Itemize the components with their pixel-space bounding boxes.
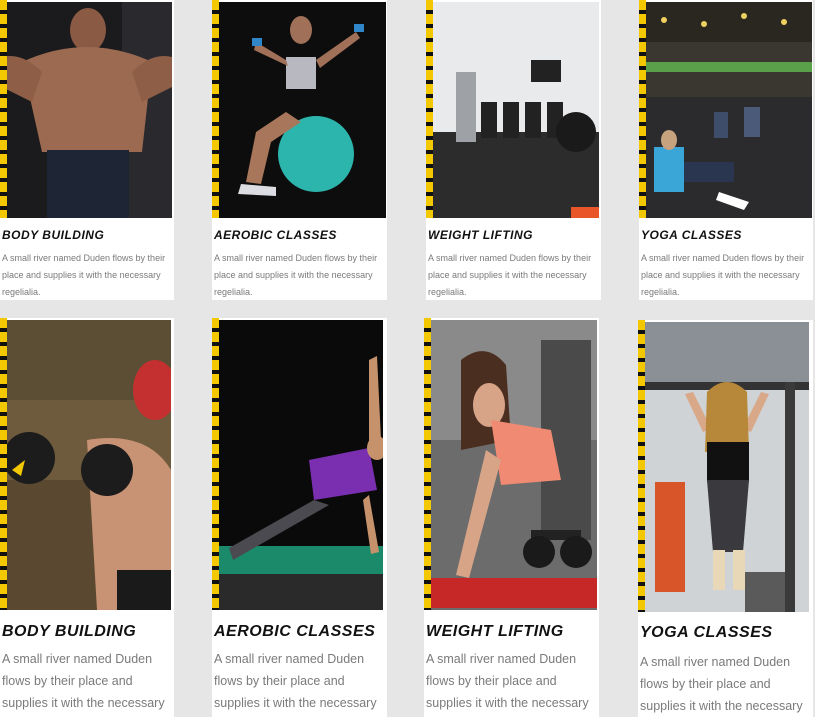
card-title[interactable]: BODY BUILDING [2, 623, 136, 641]
card-description: A small river named Duden flows by their… [641, 253, 805, 297]
card-description: A small river named Duden flows by their… [2, 253, 166, 297]
card-description: A small river named Duden flows by their… [640, 655, 803, 713]
decorative-stripe [424, 318, 431, 610]
service-card[interactable]: AEROBIC CLASSES A small river named Dude… [212, 0, 387, 300]
card-title[interactable]: AEROBIC CLASSES [214, 623, 375, 641]
decorative-stripe [0, 0, 7, 218]
service-card[interactable]: AEROBIC CLASSES A small river named Dude… [212, 318, 387, 717]
aerobic-ball-photo [216, 2, 386, 218]
service-card[interactable]: WEIGHT LIFTING A small river named Duden… [424, 318, 599, 717]
yoga-class-photo [644, 2, 812, 218]
boxer-photo [7, 320, 171, 610]
side-plank-photo [219, 320, 383, 610]
pull-up-photo [645, 322, 809, 612]
decorative-stripe [212, 318, 219, 610]
card-description: A small river named Duden flows by their… [428, 253, 592, 297]
service-card[interactable]: YOGA CLASSES A small river named Duden f… [639, 0, 813, 300]
dumbbell-row-photo [431, 320, 597, 610]
card-title[interactable]: WEIGHT LIFTING [428, 228, 533, 242]
decorative-stripe [639, 0, 646, 218]
card-title[interactable]: YOGA CLASSES [641, 228, 742, 242]
card-title[interactable]: WEIGHT LIFTING [426, 623, 564, 641]
decorative-stripe [212, 0, 219, 218]
service-card[interactable]: BODY BUILDING A small river named Duden … [0, 318, 174, 717]
bodybuilder-photo [2, 2, 172, 218]
service-card[interactable]: YOGA CLASSES A small river named Duden f… [638, 320, 813, 717]
decorative-stripe [638, 320, 645, 612]
card-title[interactable]: YOGA CLASSES [640, 624, 773, 642]
card-title[interactable]: BODY BUILDING [2, 228, 104, 242]
card-description: A small river named Duden flows by their… [426, 652, 589, 710]
service-card[interactable]: WEIGHT LIFTING A small river named Duden… [426, 0, 601, 300]
card-title[interactable]: AEROBIC CLASSES [214, 228, 337, 242]
decorative-stripe [0, 318, 7, 610]
card-description: A small river named Duden flows by their… [214, 253, 378, 297]
gym-room-photo [431, 2, 599, 218]
decorative-stripe [426, 0, 433, 218]
service-card[interactable]: BODY BUILDING A small river named Duden … [0, 0, 174, 300]
card-description: A small river named Duden flows by their… [2, 652, 165, 710]
card-description: A small river named Duden flows by their… [214, 652, 377, 710]
